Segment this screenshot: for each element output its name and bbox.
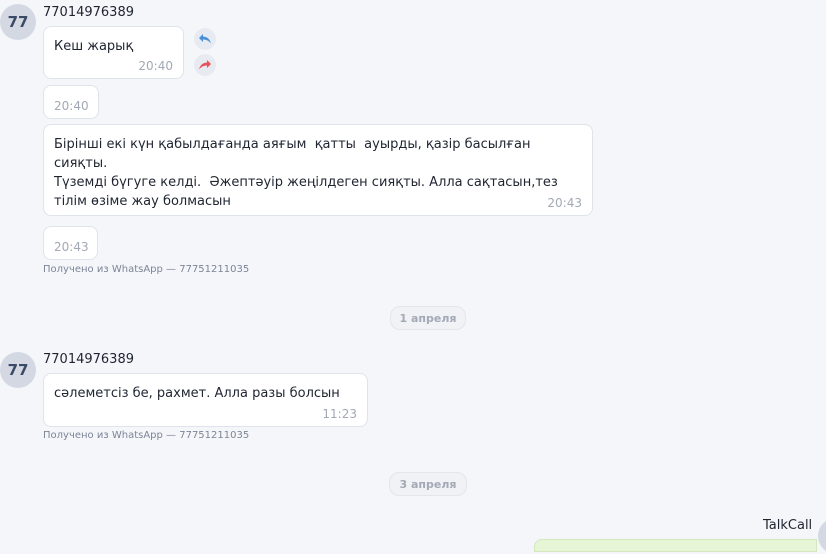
message-time: 20:40 (54, 99, 89, 113)
message-time: 20:43 (54, 240, 89, 254)
avatar-initials: 77 (7, 361, 29, 379)
message-source: Получено из WhatsApp — 77751211035 (43, 430, 250, 441)
sender-avatar[interactable]: 77 (0, 4, 36, 40)
sender-name: 77014976389 (43, 5, 134, 20)
date-separator: 1 апреля (390, 306, 466, 330)
forward-button[interactable] (194, 54, 216, 76)
outgoing-avatar[interactable] (818, 518, 826, 554)
forward-icon (199, 60, 211, 70)
message-time: 20:40 (138, 59, 173, 73)
message-bubble[interactable]: Бірінші екі күн қабылдағанда аяғым қатты… (43, 124, 593, 216)
outgoing-message-bubble[interactable] (534, 539, 817, 552)
message-bubble[interactable]: сәлеметсіз бе, рахмет. Алла разы болсын … (43, 373, 368, 427)
message-time: 11:23 (322, 407, 357, 421)
reply-icon (199, 34, 211, 44)
message-text: Кеш жарық (54, 39, 134, 54)
message-bubble-time-only[interactable]: 20:43 (43, 226, 98, 260)
avatar-initials: 77 (7, 13, 29, 31)
message-text: сәлеметсіз бе, рахмет. Алла разы болсын (54, 386, 340, 401)
outgoing-sender-name: TalkCall (763, 518, 813, 533)
message-time: 20:43 (547, 196, 582, 210)
message-source: Получено из WhatsApp — 77751211035 (43, 264, 250, 275)
reply-button[interactable] (194, 28, 216, 50)
sender-avatar[interactable]: 77 (0, 352, 36, 388)
message-bubble-time-only[interactable]: 20:40 (43, 85, 99, 119)
message-bubble[interactable]: Кеш жарық 20:40 (43, 26, 184, 79)
message-text: Бірінші екі күн қабылдағанда аяғым қатты… (54, 137, 558, 209)
date-separator: 3 апреля (389, 472, 467, 496)
sender-name: 77014976389 (43, 352, 134, 367)
